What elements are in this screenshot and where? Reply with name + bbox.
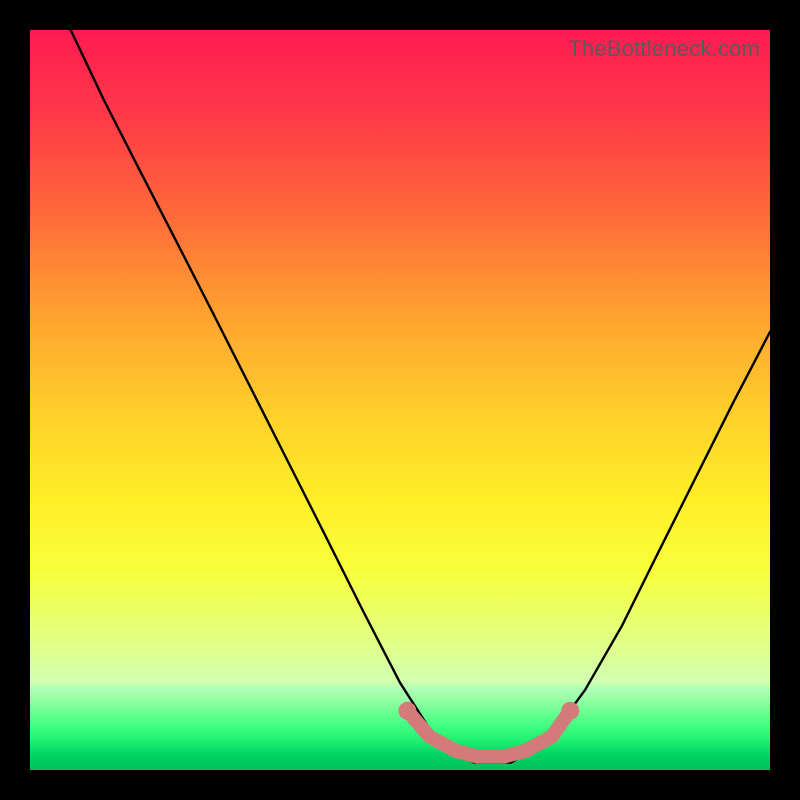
highlight-endpoint	[398, 702, 416, 720]
chart-svg	[30, 30, 770, 770]
plot-area: TheBottleneck.com	[30, 30, 770, 770]
highlight-endpoint	[561, 702, 579, 720]
highlight-band	[407, 711, 570, 757]
bottleneck-curve	[71, 30, 770, 763]
chart-frame: TheBottleneck.com	[0, 0, 800, 800]
highlight-dots	[398, 702, 579, 720]
